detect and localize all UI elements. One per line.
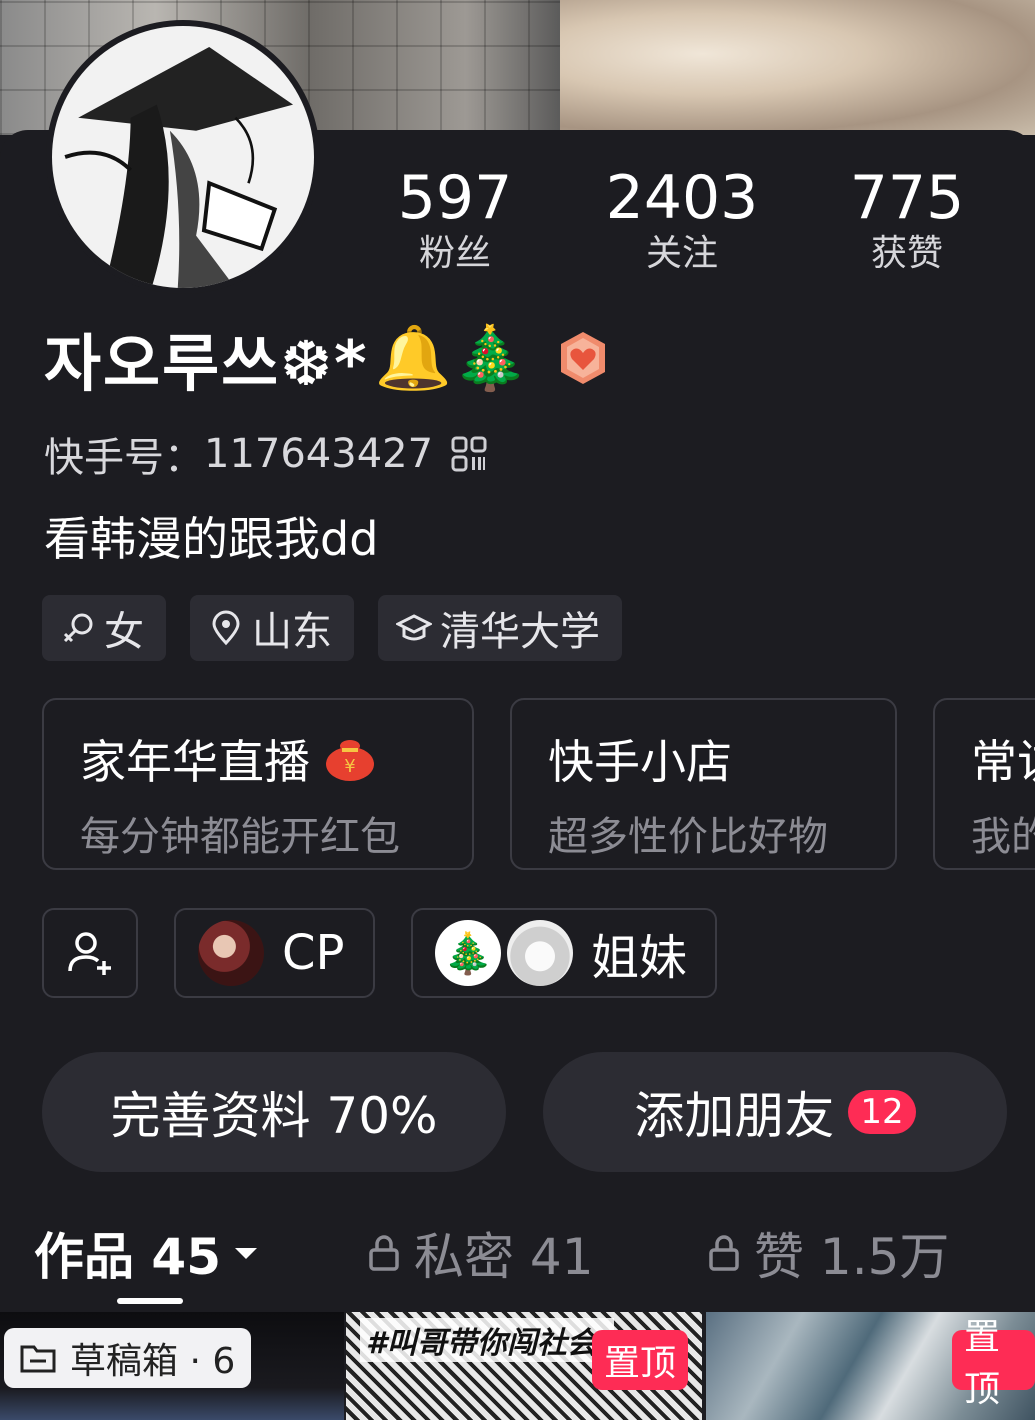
stat-likes[interactable]: 775 获赞 [827, 166, 987, 276]
bio: 看韩漫的跟我dd [44, 512, 379, 566]
following-label: 关注 [645, 233, 718, 274]
feature-live-carnival[interactable]: 家年华直播 ¥ 每分钟都能开红包 [42, 698, 474, 870]
video-thumbnail-2[interactable]: #叫哥带你闯社会/ 置顶 [346, 1312, 702, 1420]
female-icon [63, 613, 93, 643]
complete-profile-button[interactable]: 完善资料 70% [42, 1052, 506, 1172]
name-emojis: 🔔🎄 [374, 321, 529, 394]
feature-frequent[interactable]: 常访 我的 [933, 698, 1035, 870]
username: 자오루쓰❆* [44, 327, 369, 400]
video-thumbnail-drafts[interactable]: 草稿箱 · 6 [0, 1312, 344, 1420]
add-user-icon [68, 932, 111, 975]
account-id: 117643427 [204, 431, 434, 477]
tab-works-label: 作品 45 [34, 1228, 221, 1286]
feature-frequent-subtitle: 我的 [971, 814, 1035, 860]
avatar[interactable] [46, 20, 320, 294]
add-friends-button[interactable]: 添加朋友 12 [543, 1052, 1007, 1172]
chevron-down-icon [235, 1248, 257, 1259]
feature-frequent-title: 常访 [971, 735, 1035, 789]
lock-icon [369, 1235, 399, 1271]
level-badge-icon[interactable] [557, 330, 609, 386]
qr-code-icon[interactable] [451, 436, 487, 472]
stat-following[interactable]: 2403 关注 [602, 166, 762, 276]
tag-school-label: 清华大学 [440, 609, 600, 655]
location-pin-icon [212, 610, 240, 646]
cover-illustration [560, 0, 1035, 135]
feature-kwai-shop[interactable]: 快手小店 超多性价比好物 [510, 698, 897, 870]
likes-label: 获赞 [870, 233, 943, 274]
graduation-cap-icon [396, 614, 432, 641]
followers-count: 597 [397, 163, 513, 233]
cp-label: CP [282, 925, 345, 981]
tab-private[interactable]: 私密 41 [368, 1218, 594, 1288]
tab-likes[interactable]: 赞 1.5万 [708, 1218, 949, 1288]
cp-avatar [198, 920, 264, 986]
pinned-badge: 置顶 [592, 1330, 689, 1390]
svg-text:¥: ¥ [344, 756, 355, 777]
sister-avatar-1: 🎄 [435, 920, 501, 986]
folder-icon [20, 1345, 56, 1373]
profile-tags: 女 山东 清华大学 [42, 595, 622, 661]
stat-followers[interactable]: 597 粉丝 [375, 166, 535, 276]
relation-sisters[interactable]: 🎄 姐妹 [411, 908, 717, 998]
tag-gender-label: 女 [104, 609, 144, 655]
red-envelope-icon: ¥ [326, 740, 374, 781]
drafts-label: 草稿箱 · 6 [70, 1341, 236, 1382]
relation-cp[interactable]: CP [174, 908, 375, 998]
likes-count: 775 [849, 163, 965, 233]
add-friends-label: 添加朋友 [634, 1087, 835, 1145]
tag-gender[interactable]: 女 [42, 595, 166, 661]
add-friends-count-badge: 12 [848, 1090, 916, 1134]
sister-avatar-2 [507, 920, 573, 986]
feature-live-subtitle: 每分钟都能开红包 [80, 814, 400, 860]
complete-profile-label: 完善资料 70% [110, 1087, 438, 1145]
tag-school[interactable]: 清华大学 [378, 595, 622, 661]
tab-works[interactable]: 作品 45 [34, 1218, 273, 1288]
drafts-badge[interactable]: 草稿箱 · 6 [4, 1328, 252, 1388]
feature-shop-subtitle: 超多性价比好物 [548, 814, 828, 860]
followers-label: 粉丝 [418, 233, 491, 274]
tag-location-label: 山东 [252, 609, 332, 655]
following-count: 2403 [605, 163, 759, 233]
feature-live-title: 家年华直播 [80, 735, 310, 789]
add-relation-button[interactable] [42, 908, 138, 998]
video-2-caption: #叫哥带你闯社会/ [360, 1318, 614, 1362]
active-tab-indicator [117, 1298, 183, 1304]
feature-shop-title: 快手小店 [548, 735, 732, 789]
account-id-label: 快手号： [44, 435, 204, 481]
account-id-row[interactable]: 快手号： 117643427 [44, 425, 487, 483]
pinned-badge: 置顶 [952, 1317, 1035, 1410]
sisters-label: 姐妹 [591, 930, 688, 986]
tag-location[interactable]: 山东 [190, 595, 354, 661]
tab-likes-label: 赞 1.5万 [754, 1228, 950, 1286]
tab-private-label: 私密 41 [414, 1228, 594, 1286]
name-row: 자오루쓰❆* 🔔🎄 [44, 318, 609, 400]
video-thumbnail-3[interactable]: 置顶 [706, 1312, 1035, 1420]
lock-icon [709, 1235, 739, 1271]
